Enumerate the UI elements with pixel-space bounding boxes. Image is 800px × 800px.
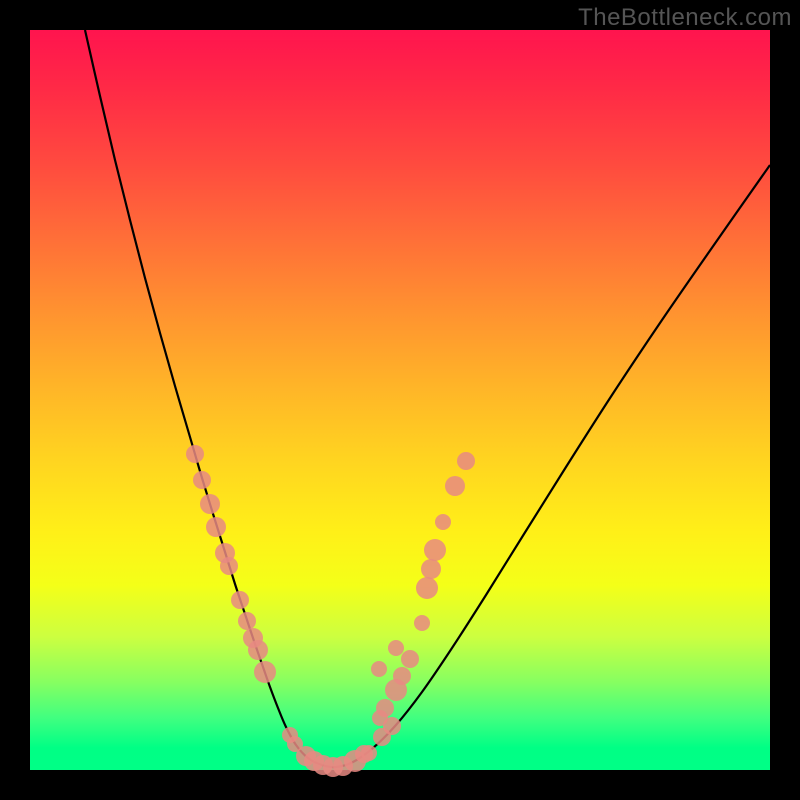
data-dot <box>372 710 388 726</box>
data-dot <box>414 615 430 631</box>
data-dot <box>371 661 387 677</box>
chart-frame: TheBottleneck.com <box>0 0 800 800</box>
plot-area <box>30 30 770 770</box>
curve-svg <box>30 30 770 770</box>
data-dot <box>220 557 238 575</box>
data-dot <box>248 640 268 660</box>
data-dot <box>200 494 220 514</box>
data-dot <box>401 650 419 668</box>
data-dot <box>457 452 475 470</box>
data-dot <box>254 661 276 683</box>
data-dot <box>238 612 256 630</box>
scatter-dots <box>186 445 475 777</box>
data-dot <box>388 640 404 656</box>
data-dot <box>445 476 465 496</box>
data-dot <box>206 517 226 537</box>
data-dot <box>186 445 204 463</box>
data-dot <box>361 745 377 761</box>
data-dot <box>193 471 211 489</box>
data-dot <box>421 559 441 579</box>
bottleneck-curve <box>85 30 770 767</box>
data-dot <box>393 667 411 685</box>
data-dot <box>416 577 438 599</box>
watermark-text: TheBottleneck.com <box>578 4 792 32</box>
data-dot <box>424 539 446 561</box>
data-dot <box>231 591 249 609</box>
data-dot <box>435 514 451 530</box>
